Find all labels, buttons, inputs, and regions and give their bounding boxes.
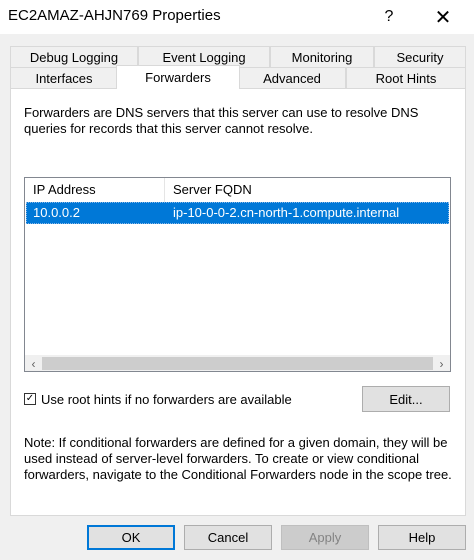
conditional-forwarders-note: Note: If conditional forwarders are defi…	[24, 435, 452, 482]
list-item-fqdn: ip-10-0-0-2.cn-north-1.compute.internal	[173, 205, 400, 220]
forwarders-panel: Forwarders are DNS servers that this ser…	[10, 88, 466, 516]
tab-monitoring[interactable]: Monitoring	[270, 46, 374, 68]
column-header-ip-address[interactable]: IP Address	[25, 178, 165, 202]
tab-interfaces[interactable]: Interfaces	[10, 67, 118, 89]
title-bar: EC2AMAZ-AHJN769 Properties ? ✕	[0, 0, 474, 34]
window-title: EC2AMAZ-AHJN769 Properties	[8, 7, 221, 24]
scroll-thumb[interactable]	[42, 357, 433, 370]
list-item-ip: 10.0.0.2	[33, 205, 80, 220]
use-root-hints-option[interactable]: ✓ Use root hints if no forwarders are av…	[24, 391, 292, 407]
edit-button[interactable]: Edit...	[362, 386, 450, 412]
forwarders-list[interactable]: IP Address Server FQDN 10.0.0.2 ip-10-0-…	[24, 177, 451, 372]
help-icon[interactable]: ?	[366, 0, 412, 34]
horizontal-scrollbar[interactable]: ‹ ›	[25, 354, 450, 371]
column-header-server-fqdn[interactable]: Server FQDN	[165, 178, 450, 202]
scroll-left-icon[interactable]: ‹	[25, 355, 42, 372]
list-item[interactable]: 10.0.0.2 ip-10-0-0-2.cn-north-1.compute.…	[26, 202, 449, 224]
tab-security[interactable]: Security	[374, 46, 466, 68]
apply-button[interactable]: Apply	[281, 525, 369, 550]
cancel-button[interactable]: Cancel	[184, 525, 272, 550]
use-root-hints-label[interactable]: Use root hints if no forwarders are avai…	[41, 392, 292, 407]
tab-root-hints[interactable]: Root Hints	[346, 67, 466, 89]
forwarders-description: Forwarders are DNS servers that this ser…	[24, 105, 419, 136]
tab-advanced[interactable]: Advanced	[238, 67, 346, 89]
tab-forwarders[interactable]: Forwarders	[116, 65, 240, 89]
use-root-hints-checkbox[interactable]: ✓	[24, 393, 36, 405]
list-header: IP Address Server FQDN	[25, 178, 450, 202]
help-button[interactable]: Help	[378, 525, 466, 550]
scroll-right-icon[interactable]: ›	[433, 355, 450, 372]
ok-button[interactable]: OK	[87, 525, 175, 550]
close-icon[interactable]: ✕	[420, 0, 466, 34]
